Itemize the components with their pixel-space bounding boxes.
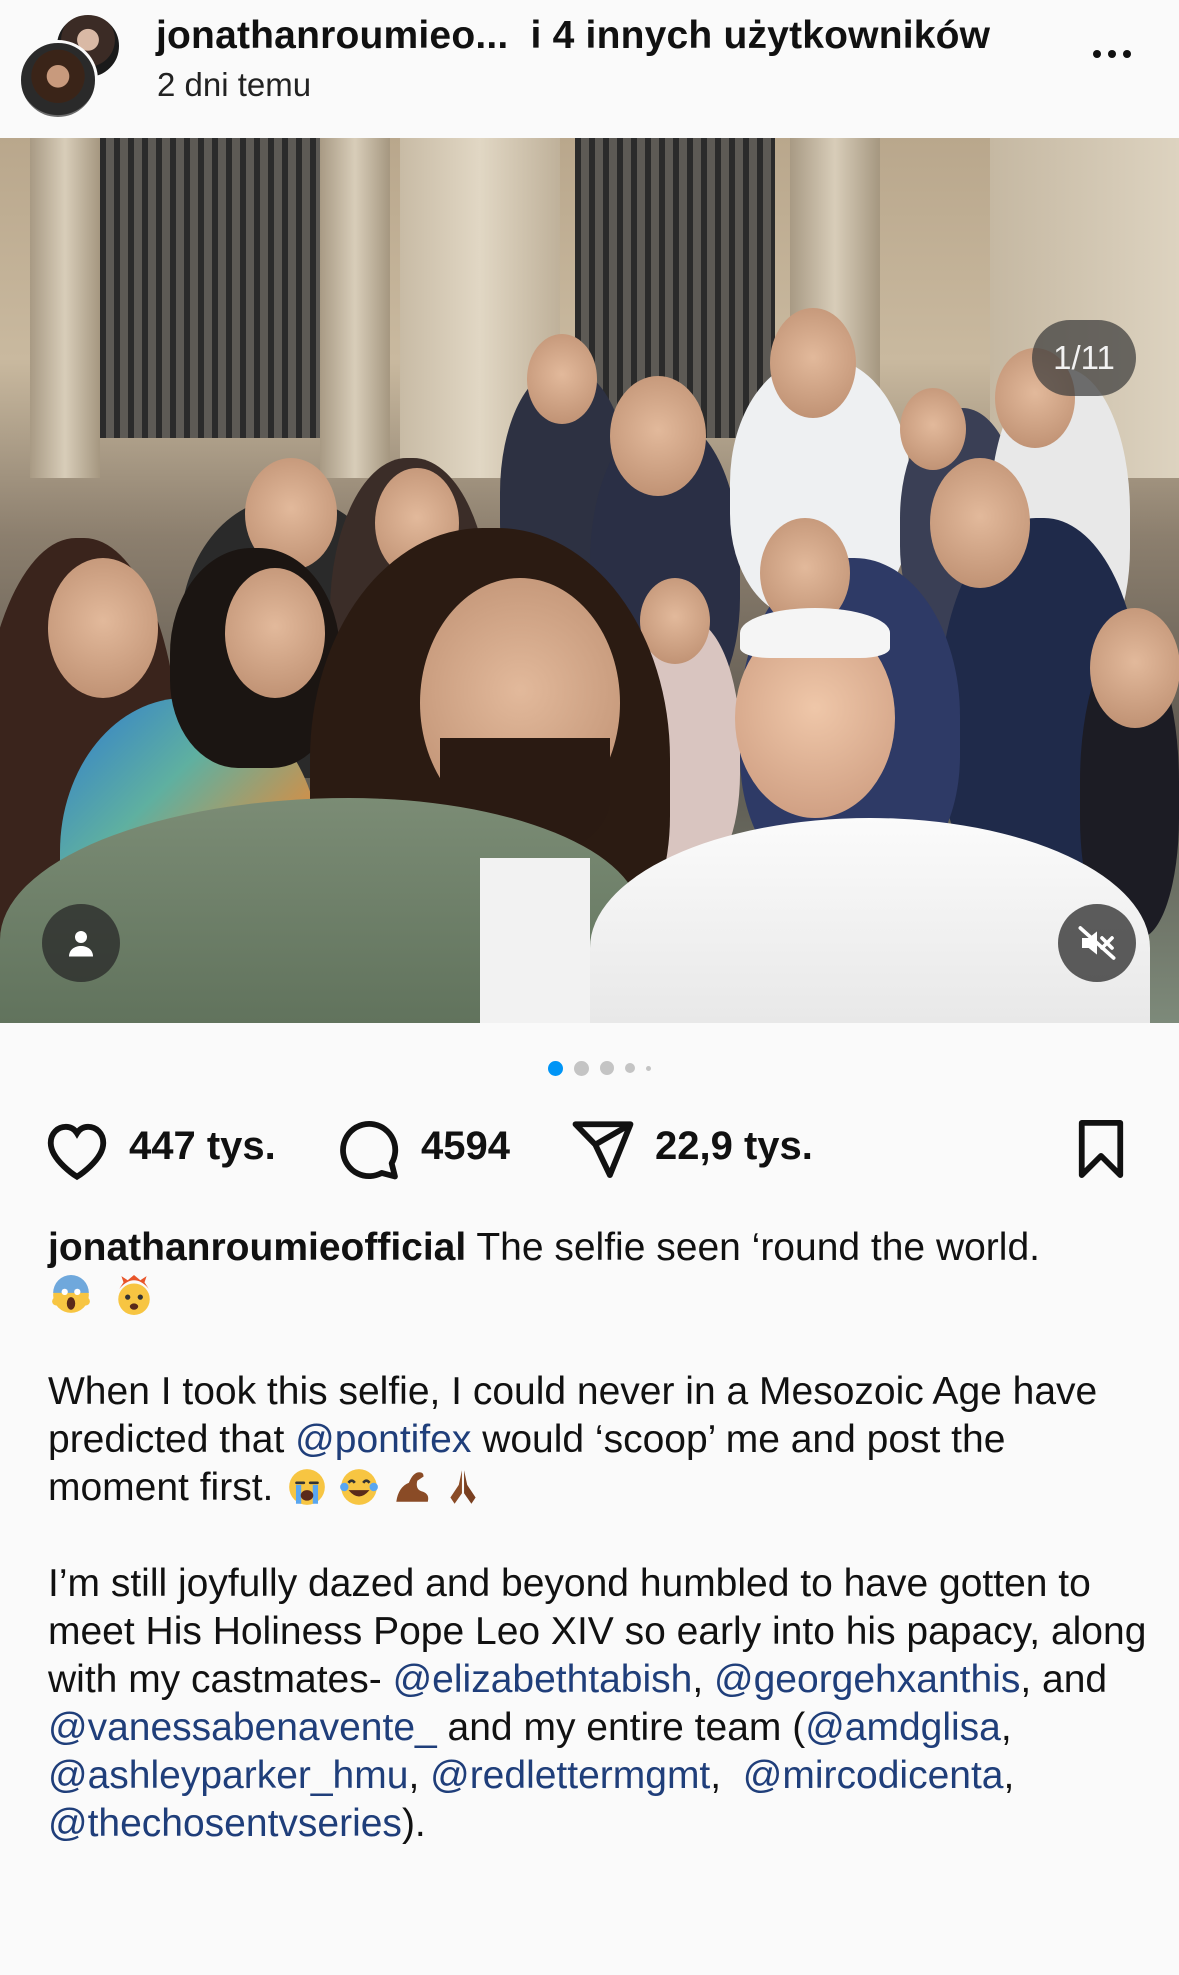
mention-mircodicenta[interactable]: @mircodicenta — [743, 1754, 1004, 1797]
mention-redlettermgmt[interactable]: @redlettermgmt — [430, 1754, 710, 1797]
mention-thechosentvseries[interactable]: @thechosentvseries — [48, 1802, 402, 1845]
comment-bubble-icon[interactable] — [334, 1116, 402, 1182]
likes-count[interactable]: 447 tys. — [129, 1124, 276, 1169]
author-username[interactable]: jonathanroumieo... — [156, 14, 508, 57]
mention-ashleyparker-hmu[interactable]: @ashleyparker_hmu — [48, 1754, 408, 1797]
heart-icon[interactable] — [42, 1116, 112, 1182]
carousel-dot — [574, 1060, 589, 1076]
collab-avatars[interactable] — [18, 12, 122, 120]
carousel-dot-active — [548, 1060, 563, 1076]
person-face — [1090, 608, 1179, 728]
loudly-crying-emoji — [289, 1469, 326, 1505]
post-image[interactable]: 1/11 — [0, 138, 1179, 1023]
person-face — [527, 334, 597, 424]
post-caption: jonathanroumieofficial The selfie seen ‘… — [48, 1224, 1148, 1848]
carousel-dot — [625, 1063, 635, 1073]
building-column — [30, 138, 100, 478]
tagged-people-button[interactable] — [42, 904, 120, 982]
caption-third-paragraph: I’m still joyfully dazed and beyond humb… — [48, 1562, 1147, 1845]
building-column — [320, 138, 390, 478]
exploding-head-emoji — [118, 1275, 150, 1315]
building-gate — [100, 138, 320, 438]
face-screaming-emoji — [52, 1275, 90, 1313]
post-authors[interactable]: jonathanroumieo... i 4 innych użytkownik… — [156, 14, 990, 58]
person-face — [48, 558, 158, 698]
caption-first-paragraph: jonathanroumieofficial The selfie seen ‘… — [48, 1224, 1148, 1272]
caption-emoji-row — [48, 1272, 1148, 1320]
shares-count[interactable]: 22,9 tys. — [655, 1124, 813, 1169]
caption-text: The selfie seen ‘round the world. — [466, 1226, 1040, 1269]
post-header: jonathanroumieo... i 4 innych użytkownik… — [0, 0, 1179, 138]
mention-vanessabenavente[interactable]: @vanessabenavente_ — [48, 1706, 437, 1749]
caption-second-paragraph: When I took this selfie, I could never i… — [48, 1370, 1098, 1509]
carousel-dot — [646, 1065, 651, 1071]
carousel-dot — [600, 1061, 614, 1075]
avatar-primary[interactable] — [18, 40, 98, 120]
shirt — [480, 858, 590, 1023]
muted-speaker-icon — [1078, 926, 1116, 960]
mention-pontifex[interactable]: @pontifex — [295, 1418, 471, 1461]
image-counter: 1/11 — [1032, 320, 1136, 396]
comments-count[interactable]: 4594 — [421, 1124, 510, 1169]
tears-of-joy-emoji — [340, 1469, 379, 1505]
mention-amdglisa[interactable]: @amdglisa — [805, 1706, 1001, 1749]
person-face — [930, 458, 1030, 588]
folded-hands-emoji — [450, 1470, 476, 1504]
person-face — [610, 376, 706, 496]
post-timestamp: 2 dni temu — [157, 66, 312, 103]
flexed-biceps-emoji — [396, 1472, 429, 1502]
person-face — [770, 308, 856, 418]
person-tag-icon — [69, 931, 93, 957]
caption-username[interactable]: jonathanroumieofficial — [48, 1226, 466, 1269]
action-bar: 447 tys. 4594 22,9 tys. — [0, 1110, 1179, 1190]
carousel-indicator — [548, 1058, 651, 1078]
more-options-icon[interactable] — [1082, 34, 1142, 74]
person-face — [900, 388, 966, 470]
bookmark-icon[interactable] — [1066, 1116, 1136, 1182]
zucchetto — [740, 608, 890, 658]
mute-toggle-button[interactable] — [1058, 904, 1136, 982]
mention-elizabethtabish[interactable]: @elizabethtabish — [393, 1658, 693, 1701]
person-face — [225, 568, 325, 698]
mention-georgehxanthis[interactable]: @georgehxanthis — [714, 1658, 1020, 1701]
send-icon[interactable] — [568, 1116, 638, 1182]
other-users-link[interactable]: i 4 innych użytkowników — [520, 14, 991, 57]
